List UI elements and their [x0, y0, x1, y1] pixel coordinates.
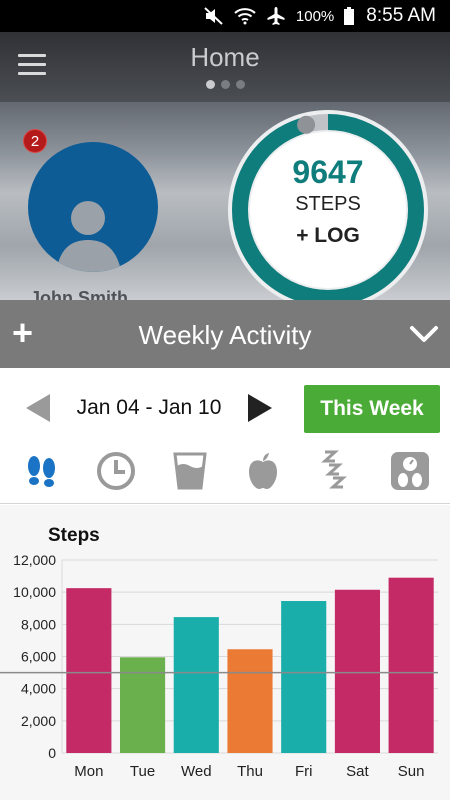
x-tick-label: Mon [74, 763, 103, 780]
y-axis-labels: 0 2,000 4,000 6,000 8,000 10,000 12,000 [13, 552, 56, 761]
scale-icon[interactable] [387, 448, 433, 494]
page-indicator [0, 80, 450, 89]
page-dot[interactable] [205, 80, 215, 89]
wifi-icon [234, 7, 256, 25]
x-axis-labels: Mon Tue Wed Thu Fri Sat Sun [74, 763, 424, 780]
steps-summary: 9647 STEPS + LOG [226, 108, 430, 248]
x-tick-label: Wed [181, 763, 212, 780]
x-tick-label: Fri [295, 763, 313, 780]
y-tick-label: 4,000 [21, 681, 56, 697]
steps-count: 9647 [292, 154, 364, 190]
x-tick-label: Sat [346, 763, 369, 780]
notification-badge[interactable]: 2 [23, 129, 47, 153]
status-bar: 100% 8:55 AM [0, 0, 450, 32]
battery-icon [344, 7, 355, 25]
x-tick-label: Tue [130, 763, 155, 780]
section-title: Weekly Activity [138, 320, 312, 350]
steps-chart: Steps 0 2,000 4,000 6,000 8,000 10,000 12,000 … [0, 505, 450, 800]
chart-title: Steps [48, 525, 100, 546]
bar-fri[interactable] [281, 601, 327, 753]
week-navigator: Jan 04 - Jan 10 This Week [0, 370, 450, 446]
x-tick-label: Thu [237, 763, 263, 780]
date-range: Jan 04 - Jan 10 [76, 396, 222, 419]
mute-icon [204, 7, 224, 25]
steps-label: STEPS [295, 193, 361, 215]
chart-bars [66, 577, 434, 753]
this-week-button[interactable]: This Week [304, 385, 440, 433]
bar-sat[interactable] [334, 589, 380, 753]
water-glass-icon[interactable] [167, 448, 213, 494]
apple-icon[interactable] [240, 448, 286, 494]
user-name: John Smith [30, 288, 128, 300]
person-silhouette-icon [56, 201, 122, 272]
x-tick-label: Sun [398, 763, 425, 780]
avatar[interactable] [28, 142, 158, 272]
previous-week-arrow-icon[interactable] [26, 394, 52, 422]
bar-mon[interactable] [66, 588, 112, 753]
y-tick-label: 6,000 [21, 649, 56, 665]
page-dot[interactable] [220, 80, 230, 89]
next-week-arrow-icon[interactable] [246, 394, 272, 422]
y-tick-label: 10,000 [13, 584, 56, 600]
y-tick-label: 2,000 [21, 713, 56, 729]
page-title: Home [190, 42, 260, 72]
steps-bar-chart: Steps 02,0004,0006,0008,00010,00012,000 … [0, 525, 438, 780]
log-steps-button[interactable]: + LOG [296, 224, 360, 248]
metric-selector [0, 446, 450, 504]
status-clock: 8:55 AM [366, 5, 436, 26]
footsteps-icon[interactable] [19, 448, 65, 494]
sleep-zzz-icon[interactable] [313, 448, 359, 494]
bar-wed[interactable] [173, 617, 219, 753]
airplane-mode-icon [266, 6, 286, 26]
weekly-activity-header: + Weekly Activity [0, 300, 450, 368]
y-tick-label: 8,000 [21, 616, 56, 632]
battery-percentage: 100% [295, 7, 335, 25]
clock-icon[interactable] [93, 448, 139, 494]
chevron-down-icon[interactable] [408, 320, 440, 348]
bar-thu[interactable] [227, 649, 273, 753]
y-tick-label: 0 [48, 745, 56, 761]
bar-tue[interactable] [120, 657, 166, 753]
bar-sun[interactable] [388, 577, 434, 753]
page-dot[interactable] [235, 80, 245, 89]
y-tick-label: 12,000 [13, 552, 56, 568]
